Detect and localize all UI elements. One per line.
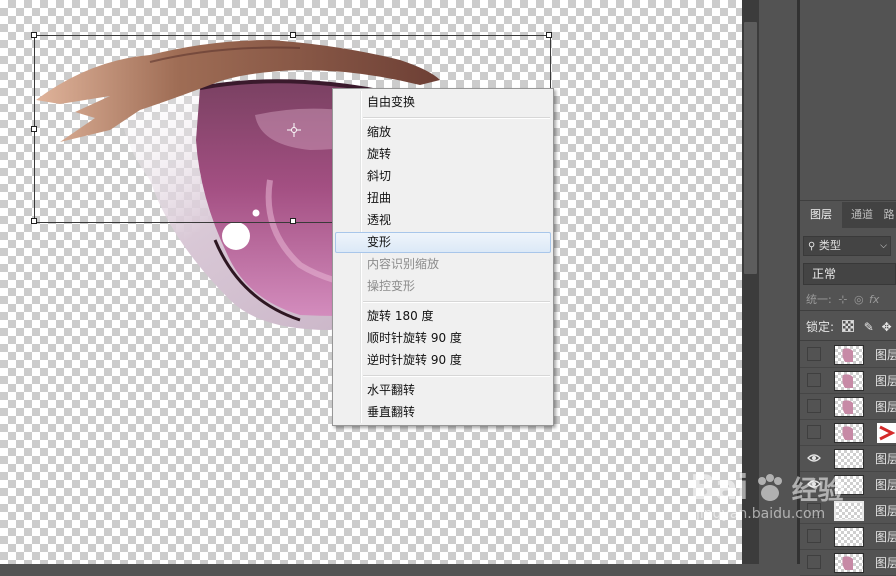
layer-name: 图层 xyxy=(875,400,896,414)
layer-row[interactable]: 图层 xyxy=(800,368,896,394)
blend-mode-select[interactable]: 正常 xyxy=(803,263,896,285)
menu-item-rotate-180[interactable]: 旋转 180 度 xyxy=(335,306,551,327)
layer-row[interactable]: 图层 xyxy=(800,472,896,498)
menu-item-distort[interactable]: 扭曲 xyxy=(335,188,551,209)
blend-mode-value: 正常 xyxy=(812,267,837,281)
panel-dock-gap xyxy=(759,0,797,564)
menu-item-perspective[interactable]: 透视 xyxy=(335,210,551,231)
layer-thumbnail xyxy=(834,371,864,391)
layer-thumbnail xyxy=(834,501,864,521)
layer-name: 图层 xyxy=(875,504,896,518)
transform-handle-top-left[interactable] xyxy=(31,32,37,38)
transform-context-menu: 自由变换 缩放 旋转 斜切 扭曲 透视 变形 内容识别缩放 操控变形 旋转 18… xyxy=(332,88,554,426)
menu-item-flip-vertical[interactable]: 垂直翻转 xyxy=(335,402,551,423)
lock-transparent-pixels-icon[interactable] xyxy=(841,320,854,332)
menu-item-rotate[interactable]: 旋转 xyxy=(335,144,551,165)
layer-name: 图层 xyxy=(875,530,896,544)
eye-icon[interactable] xyxy=(807,477,821,491)
visibility-toggle[interactable] xyxy=(807,399,821,413)
tab-paths-partial[interactable]: 路 xyxy=(882,202,896,228)
menu-item-rotate-90-cw[interactable]: 顺时针旋转 90 度 xyxy=(335,328,551,349)
transform-handle-top-center[interactable] xyxy=(290,32,296,38)
layer-thumbnail xyxy=(834,449,864,469)
menu-item-scale[interactable]: 缩放 xyxy=(335,122,551,143)
layer-name: 图层 xyxy=(875,348,896,362)
layer-thumbnail xyxy=(834,397,864,417)
layer-thumbnail xyxy=(834,345,864,365)
layer-thumbnail xyxy=(834,553,864,573)
upper-panel-area xyxy=(800,0,896,200)
menu-item-warp[interactable]: 变形 xyxy=(335,232,551,253)
layer-row[interactable]: 图层 xyxy=(800,524,896,550)
layer-row[interactable] xyxy=(800,420,896,446)
panel-divider xyxy=(800,200,896,201)
menu-separator xyxy=(363,375,550,377)
menu-separator xyxy=(363,117,550,119)
layer-name: 图层 xyxy=(875,478,896,492)
eye-icon[interactable] xyxy=(807,451,821,465)
visibility-toggle[interactable] xyxy=(807,555,821,569)
unify-position-icon[interactable]: ⊹ xyxy=(838,293,847,306)
layer-thumbnail xyxy=(834,475,864,495)
tab-channels[interactable]: 通道 xyxy=(842,202,882,228)
lock-image-pixels-brush-icon[interactable]: ✎ xyxy=(864,320,874,334)
visibility-toggle[interactable] xyxy=(807,373,821,387)
layer-filter-label: 类型 xyxy=(818,239,841,252)
transform-handle-bottom-left[interactable] xyxy=(31,218,37,224)
unify-label: 统一: xyxy=(806,293,832,306)
layer-name: 图层 xyxy=(875,452,896,466)
tab-layers[interactable]: 图层 xyxy=(800,202,842,228)
layers-panel: 图层 通道 路 ⚲ 类型 ⌵ 正常 统一: ⊹ ◎ fx 锁定: ✎ ✥ 图层 … xyxy=(800,0,896,576)
red-chevron-mark-icon xyxy=(877,423,896,443)
canvas-vertical-scrollbar[interactable] xyxy=(742,0,759,564)
layer-row[interactable]: 图层 xyxy=(800,550,896,576)
menu-item-rotate-90-ccw[interactable]: 逆时针旋转 90 度 xyxy=(335,350,551,371)
visibility-toggle[interactable] xyxy=(807,529,821,543)
unify-row: 统一: ⊹ ◎ fx xyxy=(806,291,879,307)
transform-handle-middle-left[interactable] xyxy=(31,126,37,132)
layer-row[interactable]: 图层 xyxy=(800,394,896,420)
panel-divider xyxy=(800,340,896,341)
layer-name: 图层 xyxy=(875,556,896,570)
menu-item-free-transform[interactable]: 自由变换 xyxy=(335,92,551,113)
reference-point-crosshair-icon[interactable] xyxy=(287,123,301,137)
scrollbar-thumb[interactable] xyxy=(744,22,757,274)
layer-name: 图层 xyxy=(875,374,896,388)
menu-item-skew[interactable]: 斜切 xyxy=(335,166,551,187)
layer-row[interactable]: 图层 xyxy=(800,498,896,524)
search-icon: ⚲ xyxy=(808,241,816,252)
menu-item-puppet-warp[interactable]: 操控变形 xyxy=(335,276,551,297)
transform-handle-top-right[interactable] xyxy=(546,32,552,38)
visibility-toggle[interactable] xyxy=(807,503,821,517)
layer-filter-select[interactable]: ⚲ 类型 ⌵ xyxy=(803,236,891,256)
lock-label: 锁定: xyxy=(806,320,835,334)
visibility-toggle[interactable] xyxy=(807,347,821,361)
layer-row[interactable]: 图层 xyxy=(800,446,896,472)
lock-row: 锁定: ✎ ✥ xyxy=(806,318,892,335)
menu-item-flip-horizontal[interactable]: 水平翻转 xyxy=(335,380,551,401)
panel-divider xyxy=(800,310,896,311)
panel-tabs: 图层 通道 路 xyxy=(800,202,896,228)
unify-style-icon[interactable]: fx xyxy=(869,293,879,306)
layer-thumbnail xyxy=(834,527,864,547)
layer-row[interactable]: 图层 xyxy=(800,342,896,368)
menu-item-content-aware-scale[interactable]: 内容识别缩放 xyxy=(335,254,551,275)
chevron-down-icon: ⌵ xyxy=(880,241,887,251)
visibility-toggle[interactable] xyxy=(807,425,821,439)
menu-separator xyxy=(363,301,550,303)
layer-thumbnail xyxy=(834,423,864,443)
lock-position-move-icon[interactable]: ✥ xyxy=(882,320,892,334)
unify-visibility-icon[interactable]: ◎ xyxy=(854,293,864,306)
transform-handle-bottom-center[interactable] xyxy=(290,218,296,224)
